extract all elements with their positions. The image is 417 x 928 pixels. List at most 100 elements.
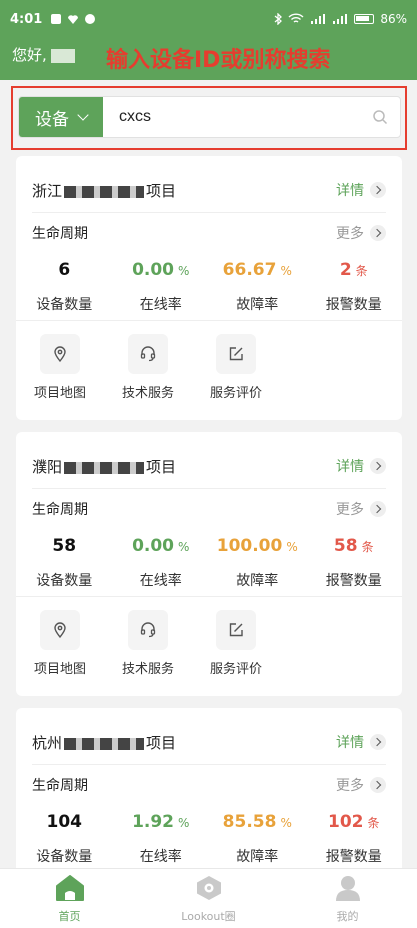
lifecycle-label: 生命周期 <box>32 226 88 242</box>
more-link[interactable]: 更多 <box>336 499 386 519</box>
service-tech-support[interactable]: 技术服务 <box>104 610 192 680</box>
profile-icon <box>335 876 360 901</box>
stat-online-rate: 0.00% 在线率 <box>113 536 210 596</box>
services-row: 项目地图 技术服务 服务评价 <box>16 610 280 680</box>
service-project-map[interactable]: 项目地图 <box>16 334 104 404</box>
project-name-redacted <box>64 185 145 198</box>
status-time: 4:01 <box>10 11 43 27</box>
wifi-icon <box>288 13 304 23</box>
bottom-tab-bar: 首页 Lookout圈 我的 <box>0 868 417 928</box>
stat-label: 故障率 <box>236 573 279 589</box>
divider <box>16 596 402 597</box>
stat-fault-rate: 85.58% 故障率 <box>209 812 306 868</box>
chevron-right-icon <box>370 734 386 750</box>
project-name: 浙江 项目 <box>32 182 177 200</box>
bluetooth-icon <box>274 13 283 25</box>
stat-label: 报警数量 <box>325 849 382 865</box>
search-input[interactable] <box>103 97 360 137</box>
headset-icon <box>128 334 168 374</box>
tab-profile[interactable]: 我的 <box>278 869 417 928</box>
status-indicators: 86% <box>274 12 407 26</box>
stat-value: 0.00% <box>132 260 190 280</box>
search-type-dropdown[interactable]: 设备 <box>19 97 103 137</box>
stat-device-count: 6 设备数量 <box>16 260 113 320</box>
lifecycle-row: 生命周期 更多 <box>32 488 386 528</box>
search-type-label: 设备 <box>35 109 69 130</box>
tab-label: Lookout圈 <box>181 910 236 923</box>
home-icon <box>55 875 84 901</box>
tab-lookout[interactable]: Lookout圈 <box>139 869 278 928</box>
tab-label: 我的 <box>336 910 359 923</box>
stat-value: 104 <box>46 812 83 832</box>
stats-row: 6 设备数量 0.00% 在线率 66.67% 故障率 2 条报警数量 <box>16 260 402 320</box>
divider <box>16 320 402 321</box>
project-card: 杭州 项目 详情 生命周期 更多 104 设备数量 1.92% 在线率 85.58% 故… <box>16 708 402 868</box>
lifecycle-label: 生命周期 <box>32 502 88 518</box>
service-rating[interactable]: 服务评价 <box>192 610 280 680</box>
chevron-right-icon <box>370 501 386 517</box>
edit-icon <box>216 610 256 650</box>
stat-value: 2条 <box>339 260 368 280</box>
chevron-down-icon <box>77 109 89 121</box>
signal-icon <box>311 14 326 24</box>
stat-label: 设备数量 <box>36 849 93 865</box>
search-bar: 设备 <box>18 96 401 138</box>
stat-alarm-count: 102 条报警数量 <box>306 812 403 868</box>
stat-value: 58 <box>52 536 77 556</box>
service-rating[interactable]: 服务评价 <box>192 334 280 404</box>
stat-value: 100.00% <box>216 536 298 556</box>
stat-value: 0.00% <box>132 536 190 556</box>
chevron-right-icon <box>370 777 386 793</box>
chevron-right-icon <box>370 182 386 198</box>
project-card: 浙江 项目 详情 生命周期 更多 6 设备数量 0.00% 在线率 66.67% 故障率… <box>16 156 402 420</box>
stat-label: 报警数量 <box>325 573 382 589</box>
project-name: 杭州 项目 <box>32 734 177 752</box>
greeting-text: 您好, <box>12 46 47 64</box>
project-name: 濮阳 项目 <box>32 458 177 476</box>
headset-icon <box>128 610 168 650</box>
stat-label: 在线率 <box>139 297 182 313</box>
stat-value: 6 <box>58 260 71 280</box>
project-card: 濮阳 项目 详情 生命周期 更多 58 设备数量 0.00% 在线率 100.00% 故… <box>16 432 402 696</box>
stats-row: 58 设备数量 0.00% 在线率 100.00% 故障率 58 条报警数量 <box>16 536 402 596</box>
stat-label: 在线率 <box>139 849 182 865</box>
service-project-map[interactable]: 项目地图 <box>16 610 104 680</box>
search-icon[interactable] <box>360 97 400 137</box>
project-name-redacted <box>64 461 145 474</box>
chevron-right-icon <box>370 225 386 241</box>
annotation-text: 输入设备ID或别称搜索 <box>106 48 331 73</box>
stat-label: 故障率 <box>236 849 279 865</box>
stat-value: 85.58% <box>222 812 292 832</box>
lifecycle-row: 生命周期 更多 <box>32 764 386 804</box>
stat-value: 58 条 <box>333 536 374 556</box>
location-pin-icon <box>40 334 80 374</box>
notification-icons <box>50 13 96 25</box>
stat-alarm-count: 2 条报警数量 <box>306 260 403 320</box>
detail-link[interactable]: 详情 <box>336 456 386 476</box>
stats-row: 104 设备数量 1.92% 在线率 85.58% 故障率 102 条报警数量 <box>16 812 402 868</box>
stat-label: 设备数量 <box>36 297 93 313</box>
stat-alarm-count: 58 条报警数量 <box>306 536 403 596</box>
more-link[interactable]: 更多 <box>336 223 386 243</box>
stat-device-count: 104 设备数量 <box>16 812 113 868</box>
detail-link[interactable]: 详情 <box>336 732 386 752</box>
services-row: 项目地图 技术服务 服务评价 <box>16 334 280 404</box>
stat-online-rate: 0.00% 在线率 <box>113 260 210 320</box>
status-bar: 4:01 86% <box>0 0 417 38</box>
location-pin-icon <box>40 610 80 650</box>
stat-fault-rate: 100.00% 故障率 <box>209 536 306 596</box>
stat-label: 报警数量 <box>325 297 382 313</box>
lookout-icon <box>196 876 221 900</box>
project-name-redacted <box>64 737 145 750</box>
stat-value: 102 条 <box>327 812 380 832</box>
stat-value: 1.92% <box>132 812 190 832</box>
greeting: 您好, <box>12 44 75 65</box>
detail-link[interactable]: 详情 <box>336 180 386 200</box>
tab-home[interactable]: 首页 <box>0 869 139 928</box>
username-redacted <box>50 48 75 63</box>
lifecycle-label: 生命周期 <box>32 778 88 794</box>
stat-label: 在线率 <box>139 573 182 589</box>
service-tech-support[interactable]: 技术服务 <box>104 334 192 404</box>
more-link[interactable]: 更多 <box>336 775 386 795</box>
stat-online-rate: 1.92% 在线率 <box>113 812 210 868</box>
